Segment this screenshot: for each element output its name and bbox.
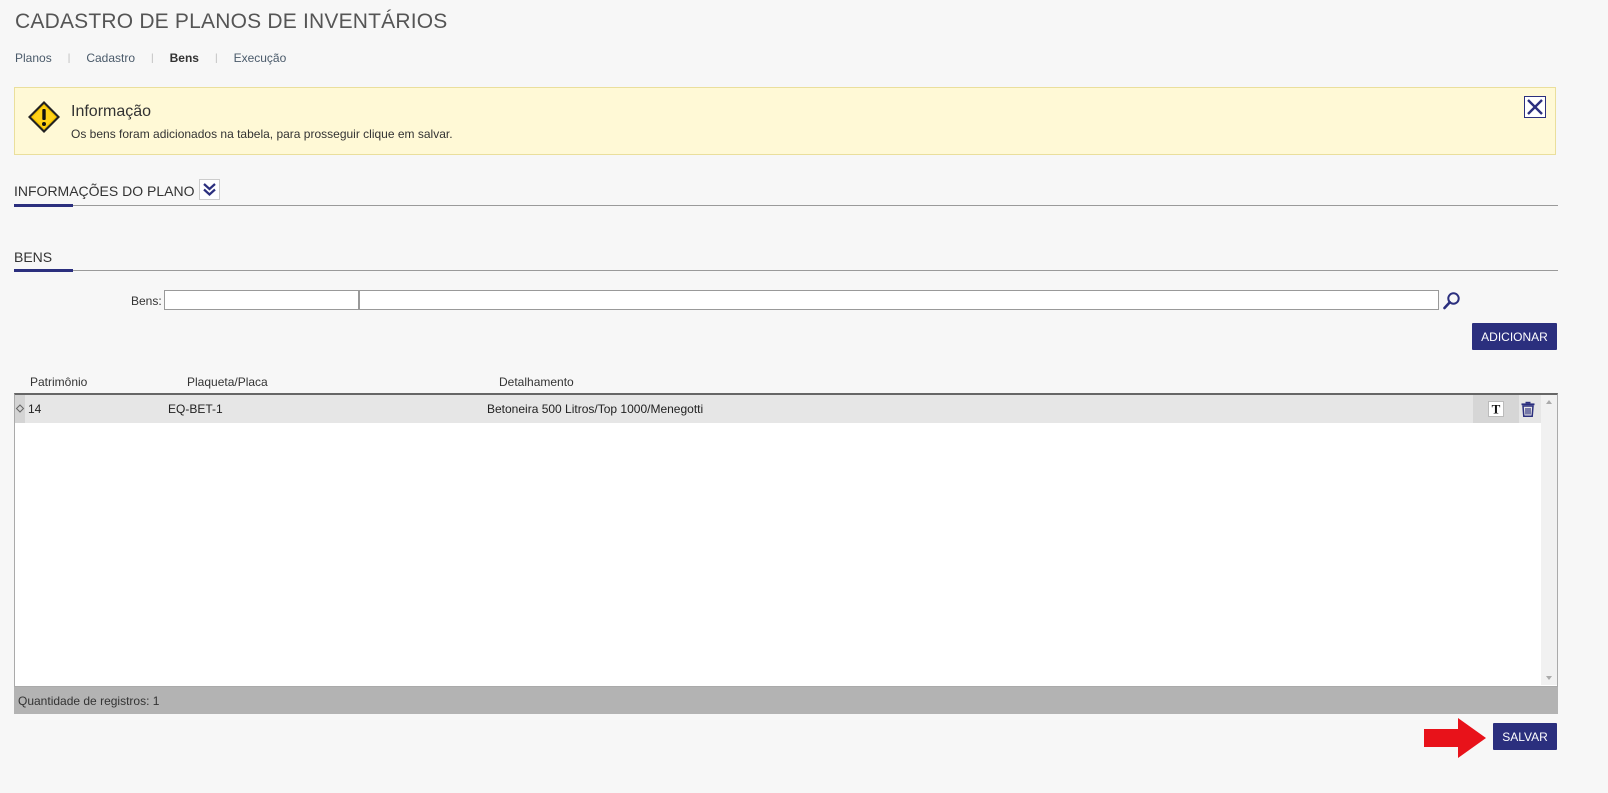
section-divider xyxy=(14,205,1558,206)
section-divider xyxy=(14,270,1558,271)
bens-title: BENS xyxy=(14,249,53,265)
bens-table: Patrimônio Plaqueta/Placa Detalhamento 1… xyxy=(14,371,1558,715)
add-button[interactable]: ADICIONAR xyxy=(1472,323,1557,350)
bens-section: BENS xyxy=(14,249,1558,272)
bens-search-row: Bens: xyxy=(0,290,1608,312)
right-arrow-icon xyxy=(1424,718,1486,763)
trash-icon[interactable] xyxy=(1521,401,1535,420)
cell-detalhamento: Betoneira 500 Litros/Top 1000/Menegotti xyxy=(487,402,704,416)
info-alert: Informação Os bens foram adicionados na … xyxy=(14,87,1556,155)
alert-title: Informação xyxy=(71,103,152,120)
nav-separator: | xyxy=(151,52,154,64)
tab-execucao[interactable]: Execução xyxy=(234,51,287,65)
section-underline xyxy=(14,204,73,207)
save-button[interactable]: SALVAR xyxy=(1493,723,1557,750)
breadcrumb-tabs: Planos | Cadastro | Bens | Execução xyxy=(15,51,286,65)
tab-cadastro[interactable]: Cadastro xyxy=(86,51,135,65)
alert-message: Os bens foram adicionados na tabela, par… xyxy=(71,127,453,141)
table-header: Patrimônio Plaqueta/Placa Detalhamento xyxy=(14,371,1558,393)
double-chevron-down-icon[interactable] xyxy=(199,179,220,200)
svg-text:T: T xyxy=(1492,402,1501,417)
warning-icon xyxy=(27,100,61,139)
cell-patrimonio: 14 xyxy=(28,402,42,416)
bens-label: Bens: xyxy=(131,294,162,308)
section-underline xyxy=(14,269,73,272)
nav-separator: | xyxy=(214,52,218,64)
column-header-detalhamento[interactable]: Detalhamento xyxy=(499,375,574,389)
plan-info-section: INFORMAÇÕES DO PLANO xyxy=(14,179,1558,207)
column-header-plaqueta[interactable]: Plaqueta/Placa xyxy=(187,375,268,389)
tab-bens[interactable]: Bens xyxy=(170,51,199,65)
table-row[interactable]: 14 EQ-BET-1 Betoneira 500 Litros/Top 100… xyxy=(15,395,1541,423)
row-marker xyxy=(15,395,25,423)
nav-separator: | xyxy=(67,52,71,64)
cell-plaqueta: EQ-BET-1 xyxy=(168,402,223,416)
search-icon[interactable] xyxy=(1441,290,1463,312)
record-count: Quantidade de registros: 1 xyxy=(18,694,160,708)
text-format-icon[interactable]: T xyxy=(1488,401,1504,420)
page-title: CADASTRO DE PLANOS DE INVENTÁRIOS xyxy=(15,10,448,33)
bens-description-input[interactable] xyxy=(359,290,1439,310)
table-body: 14 EQ-BET-1 Betoneira 500 Litros/Top 100… xyxy=(14,393,1558,687)
bens-code-input[interactable] xyxy=(164,290,359,310)
plan-info-title: INFORMAÇÕES DO PLANO xyxy=(14,183,195,199)
tab-planos[interactable]: Planos xyxy=(15,51,52,65)
table-footer: Quantidade de registros: 1 xyxy=(14,687,1558,714)
column-header-patrimonio[interactable]: Patrimônio xyxy=(30,375,87,389)
close-icon[interactable] xyxy=(1524,96,1546,118)
table-scrollbar[interactable] xyxy=(1541,395,1557,685)
